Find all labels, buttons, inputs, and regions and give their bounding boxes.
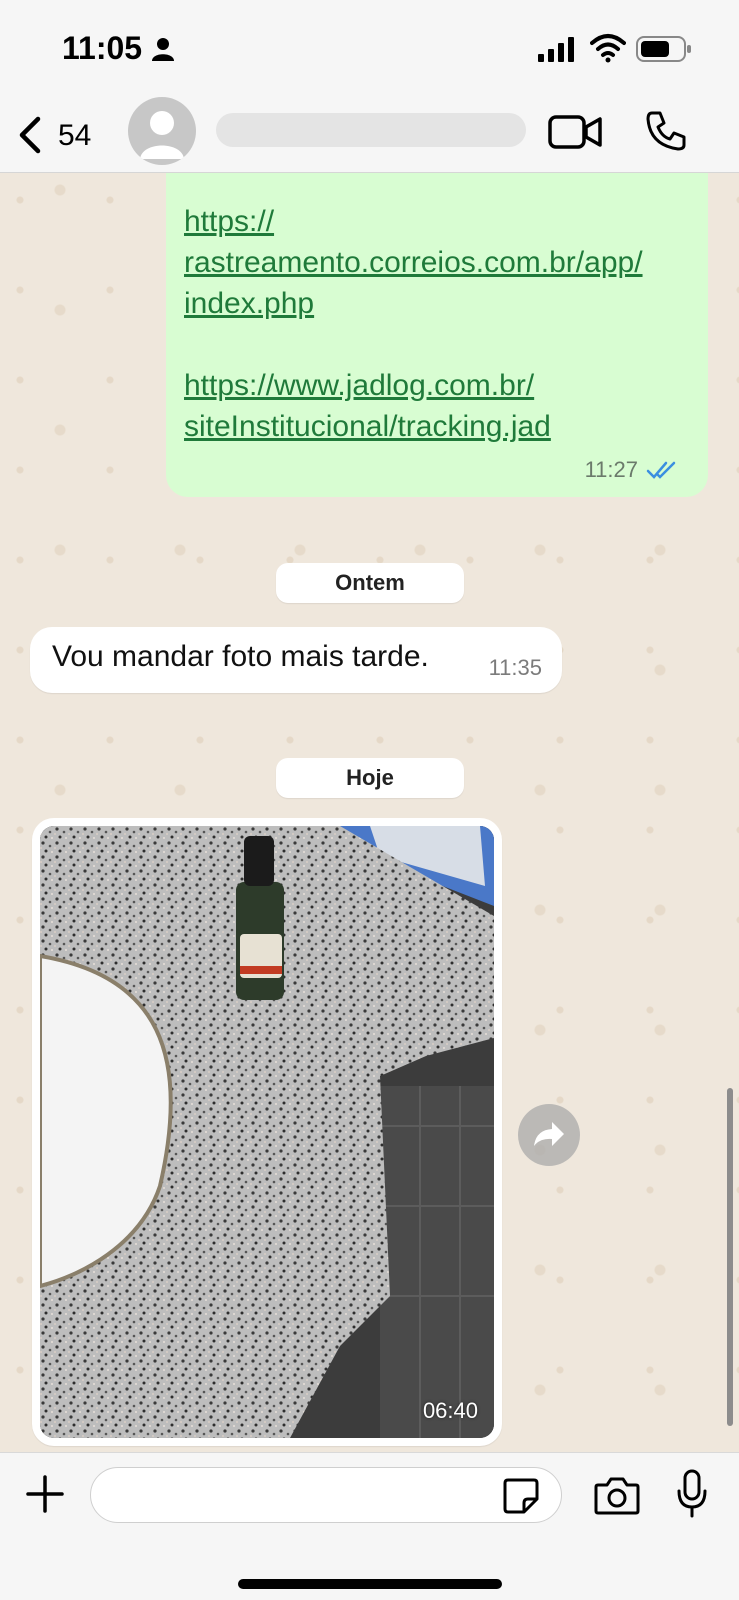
photo-image [40, 826, 494, 1438]
avatar[interactable] [128, 97, 196, 165]
message-time: 11:27 [584, 457, 638, 482]
link-line: rastreamento.correios.com.br/app/ [184, 246, 643, 279]
image-message-bubble[interactable]: 06:40 [32, 818, 502, 1446]
scrollbar[interactable] [727, 1088, 733, 1426]
double-check-icon [646, 461, 676, 479]
avatar-person-icon [140, 111, 184, 159]
link-line: siteInstitucional/tracking.jad [184, 410, 551, 443]
video-camera-icon[interactable] [548, 113, 602, 151]
message-composer [0, 1452, 739, 1600]
image-time: 06:40 [422, 1398, 478, 1423]
jadlog-tracking-link[interactable]: https://www.jadlog.com.br/ siteInstituci… [184, 365, 690, 447]
link-line: index.php [184, 287, 315, 320]
sticker-icon[interactable] [502, 1477, 540, 1515]
chat-header: 54 [0, 95, 739, 173]
status-bar: 11:05 [0, 0, 739, 95]
incoming-message-bubble[interactable]: Vou mandar foto mais tarde. 11:35 [30, 627, 562, 693]
chat-screen: 11:05 54 https:// rastreamento.correios.… [0, 0, 739, 1600]
message-meta: 11:27 [585, 457, 678, 483]
camera-icon[interactable] [594, 1475, 640, 1515]
back-button[interactable]: 54 [14, 109, 104, 159]
forward-arrow-icon [534, 1122, 564, 1146]
contact-name-redacted[interactable] [216, 113, 526, 147]
message-input[interactable] [90, 1467, 562, 1523]
link-line: https:// [184, 205, 275, 238]
message-time: 11:35 [488, 655, 542, 680]
microphone-icon[interactable] [676, 1469, 708, 1519]
correios-tracking-link[interactable]: https:// rastreamento.correios.com.br/ap… [184, 201, 690, 324]
date-separator-hoje: Hoje [276, 758, 464, 798]
chevron-left-icon [19, 116, 41, 154]
battery-icon [636, 36, 691, 62]
plus-icon[interactable] [24, 1473, 66, 1515]
link-gap [184, 324, 690, 365]
unread-count: 54 [58, 119, 92, 152]
status-time: 11:05 [62, 30, 143, 66]
link-line: https://www.jadlog.com.br/ [184, 369, 535, 402]
outgoing-message-bubble[interactable]: https:// rastreamento.correios.com.br/ap… [166, 173, 708, 497]
signal-icon [538, 37, 574, 62]
home-indicator [238, 1579, 502, 1589]
wifi-icon [590, 34, 626, 63]
message-photo[interactable]: 06:40 [40, 826, 494, 1438]
date-separator-ontem: Ontem [276, 563, 464, 603]
person-icon [152, 38, 174, 61]
phone-icon[interactable] [644, 109, 688, 153]
forward-button[interactable] [518, 1104, 580, 1166]
message-text: Vou mandar foto mais tarde. [52, 640, 429, 673]
